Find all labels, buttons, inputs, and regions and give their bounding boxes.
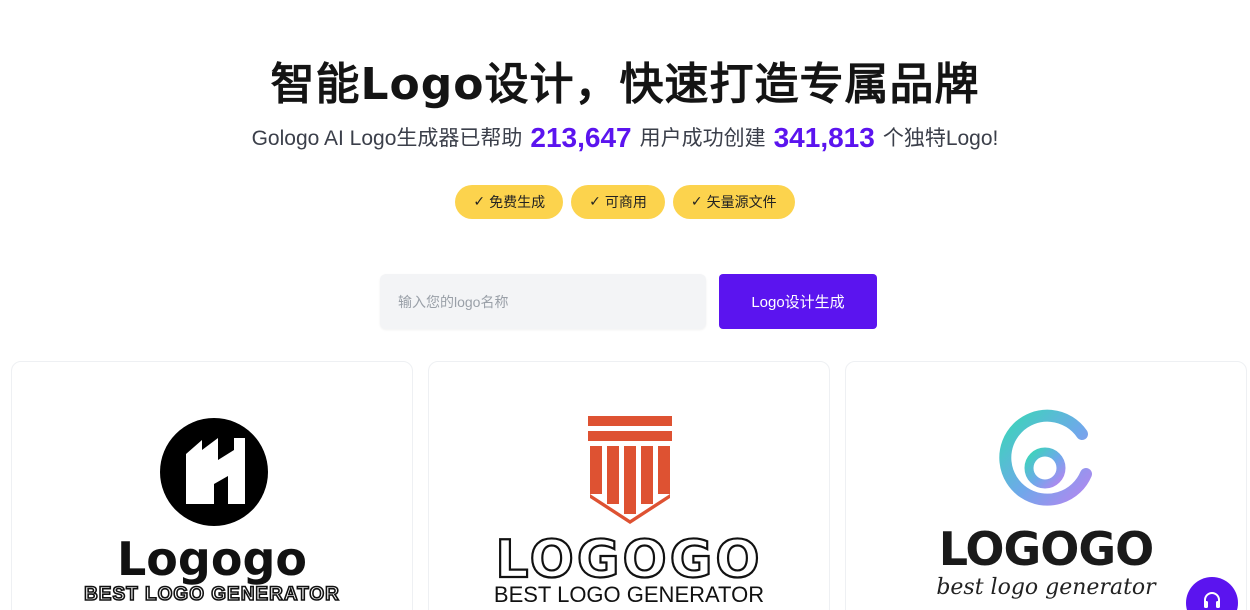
logo-card-2[interactable]: LOGOGO BEST LOGO GENERATOR [428,361,830,610]
subtitle-text-2: 用户成功创建 [639,127,766,150]
logo-name-input[interactable] [380,274,706,329]
logo-1-wordmark: Logogo [117,532,307,586]
subtitle-text-1: Gologo AI Logo生成器已帮助 [251,127,523,150]
check-icon: ✓ [473,194,486,210]
hero-subtitle: Gologo AI Logo生成器已帮助 213,647 用户成功创建 341,813… [0,122,1250,154]
logo-card-1[interactable]: Logogo BEST LOGO GENERATOR [11,361,413,610]
check-icon: ✓ [589,194,601,210]
logos-count: 341,813 [773,122,875,153]
logo-3-wordmark: LOGOGO [938,522,1155,576]
logo-card-3[interactable]: LOGOGO best logo generator [845,361,1247,610]
headset-icon [1204,592,1220,608]
subtitle-text-3: 个独特Logo! [882,127,999,150]
tag-free: ✓ 免费生成 [455,185,564,219]
logo-1-tagline: BEST LOGO GENERATOR [83,583,340,606]
tag-label: 矢量源文件 [706,195,777,211]
tag-label: 可商用 [604,195,647,211]
users-count: 213,647 [530,122,632,153]
tag-label: 免费生成 [489,195,546,211]
logo-search-form: Logo设计生成 [380,274,877,329]
tag-commercial: ✓ 可商用 [571,185,665,219]
page-title: 智能Logo设计，快速打造专属品牌 [270,59,980,110]
feature-tags: ✓ 免费生成 ✓ 可商用 ✓ 矢量源文件 [0,185,1250,219]
logo-gallery: Logogo BEST LOGO GENERATOR LOGOGO BEST L… [11,361,1247,610]
check-icon: ✓ [690,194,703,210]
generate-logo-button[interactable]: Logo设计生成 [719,274,877,329]
tag-vector: ✓ 矢量源文件 [672,185,795,219]
logo-2-wordmark: LOGOGO [494,529,763,591]
logo-2-tagline: BEST LOGO GENERATOR [493,582,765,607]
